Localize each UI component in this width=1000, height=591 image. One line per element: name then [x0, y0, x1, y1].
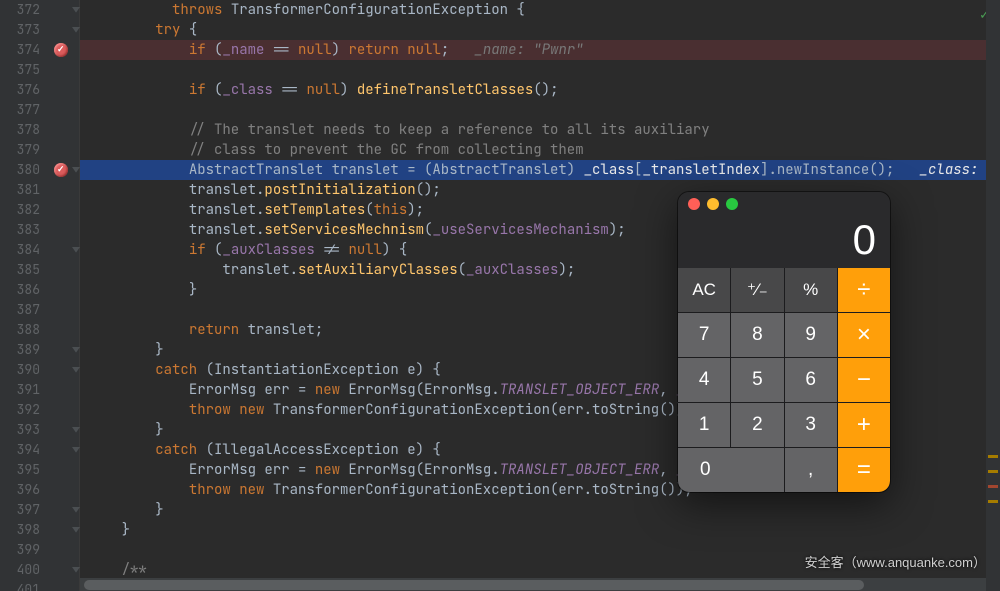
calc-key-3[interactable]: 3	[785, 403, 837, 447]
line-number: 389	[0, 340, 42, 360]
code-line[interactable]: try {	[80, 20, 1000, 40]
fold-indicator-icon[interactable]	[72, 167, 80, 175]
calc-key-8[interactable]: 8	[731, 313, 783, 357]
line-number: 385	[0, 260, 42, 280]
breakpoint-icon[interactable]	[54, 43, 68, 57]
line-number: 387	[0, 300, 42, 320]
fold-indicator-icon[interactable]	[72, 367, 80, 375]
line-number: 401	[0, 580, 42, 591]
fold-indicator-icon[interactable]	[72, 507, 80, 515]
line-number: 381	[0, 180, 42, 200]
fold-indicator-icon[interactable]	[72, 247, 80, 255]
calc-key-9[interactable]: 9	[785, 313, 837, 357]
code-line[interactable]	[80, 100, 1000, 120]
fold-indicator-icon[interactable]	[72, 447, 80, 455]
fold-indicator-icon[interactable]	[72, 427, 80, 435]
code-line[interactable]: throws TransformerConfigurationException…	[80, 0, 1000, 20]
watermark-text: 安全客（www.anquanke.com）	[805, 552, 986, 571]
code-line[interactable]: if (_class == null) defineTransletClasse…	[80, 80, 1000, 100]
line-number: 375	[0, 60, 42, 80]
warning-marker[interactable]	[988, 455, 998, 458]
code-line[interactable]: }	[80, 520, 1000, 540]
calc-key-percent[interactable]: %	[785, 268, 837, 312]
warning-marker[interactable]	[988, 500, 998, 503]
calc-key-4[interactable]: 4	[678, 358, 730, 402]
code-line[interactable]: if (_name == null) return null; _name: "…	[80, 40, 1000, 60]
fold-indicator-icon[interactable]	[72, 27, 80, 35]
editor-gutter[interactable]: 3723733743753763773783793803813823833843…	[0, 0, 80, 591]
line-number: 390	[0, 360, 42, 380]
line-number: 400	[0, 560, 42, 580]
line-number: 384	[0, 240, 42, 260]
calc-key-multiply[interactable]: ×	[838, 313, 890, 357]
calc-key-ac[interactable]: AC	[678, 268, 730, 312]
fold-indicator-icon[interactable]	[72, 527, 80, 535]
calc-key-5[interactable]: 5	[731, 358, 783, 402]
horizontal-scrollbar-thumb[interactable]	[84, 580, 864, 590]
calc-key-plus[interactable]: +	[838, 403, 890, 447]
warning-marker[interactable]	[988, 470, 998, 473]
line-number: 392	[0, 400, 42, 420]
code-line[interactable]: AbstractTranslet translet = (AbstractTra…	[80, 160, 1000, 180]
line-number: 393	[0, 420, 42, 440]
breakpoint-icon[interactable]	[54, 163, 68, 177]
code-line[interactable]: // The translet needs to keep a referenc…	[80, 120, 1000, 140]
line-number: 396	[0, 480, 42, 500]
calc-key-1[interactable]: 1	[678, 403, 730, 447]
line-number: 388	[0, 320, 42, 340]
line-number: 377	[0, 100, 42, 120]
horizontal-scrollbar[interactable]	[80, 577, 986, 591]
line-number: 394	[0, 440, 42, 460]
calculator-titlebar[interactable]	[678, 192, 890, 216]
line-number: 391	[0, 380, 42, 400]
line-number: 386	[0, 280, 42, 300]
code-line[interactable]	[80, 60, 1000, 80]
fold-indicator-icon[interactable]	[72, 567, 80, 575]
calc-key-6[interactable]: 6	[785, 358, 837, 402]
calc-key-7[interactable]: 7	[678, 313, 730, 357]
calc-key-0[interactable]: 0	[678, 448, 784, 492]
calc-key-divide[interactable]: ÷	[838, 268, 890, 312]
line-number: 374	[0, 40, 42, 60]
code-line[interactable]: // class to prevent the GC from collecti…	[80, 140, 1000, 160]
error-stripe[interactable]	[986, 0, 1000, 591]
line-number: 383	[0, 220, 42, 240]
calculator-window[interactable]: 0 AC⁺⁄₋%÷ 789× 456− 123+0,=	[678, 192, 890, 492]
line-number: 378	[0, 120, 42, 140]
calc-key-equals[interactable]: =	[838, 448, 890, 492]
fold-indicator-icon[interactable]	[72, 347, 80, 355]
fold-indicator-icon[interactable]	[72, 7, 80, 15]
line-number: 372	[0, 0, 42, 20]
calc-key-2[interactable]: 2	[731, 403, 783, 447]
calc-key-minus[interactable]: −	[838, 358, 890, 402]
line-number: 399	[0, 540, 42, 560]
calc-key-decimal[interactable]: ,	[785, 448, 837, 492]
error-marker[interactable]	[988, 485, 998, 488]
window-close-button[interactable]	[688, 198, 700, 210]
code-line[interactable]: }	[80, 500, 1000, 520]
line-number: 376	[0, 80, 42, 100]
calc-key-negate[interactable]: ⁺⁄₋	[731, 268, 783, 312]
line-number: 373	[0, 20, 42, 40]
calculator-display: 0	[678, 216, 890, 268]
line-number: 379	[0, 140, 42, 160]
window-maximize-button[interactable]	[726, 198, 738, 210]
line-number: 398	[0, 520, 42, 540]
line-number: 397	[0, 500, 42, 520]
line-number: 382	[0, 200, 42, 220]
line-number: 395	[0, 460, 42, 480]
line-number: 380	[0, 160, 42, 180]
window-minimize-button[interactable]	[707, 198, 719, 210]
calculator-keypad: AC⁺⁄₋%÷ 789× 456− 123+0,=	[678, 268, 890, 492]
